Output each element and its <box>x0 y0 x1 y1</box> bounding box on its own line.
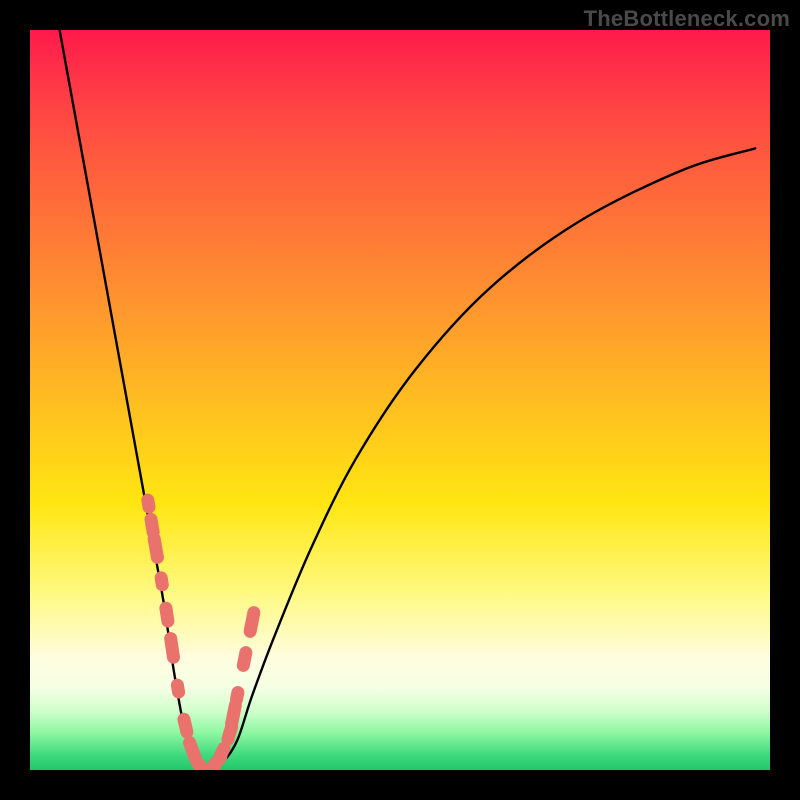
bottleneck-curve <box>60 30 756 770</box>
chart-svg <box>30 30 770 770</box>
marker-pill <box>163 631 181 665</box>
marker-cluster <box>140 493 261 770</box>
marker-pill <box>140 493 156 515</box>
watermark-label: TheBottleneck.com <box>584 6 790 32</box>
marker-pill <box>158 601 175 629</box>
marker-pill <box>147 531 165 565</box>
marker-pill <box>236 645 254 673</box>
marker-pill <box>154 570 170 592</box>
marker-pill <box>170 678 186 700</box>
marker-pill <box>176 711 195 739</box>
plot-area <box>30 30 770 770</box>
chart-frame: TheBottleneck.com <box>0 0 800 800</box>
marker-pill <box>242 605 261 639</box>
